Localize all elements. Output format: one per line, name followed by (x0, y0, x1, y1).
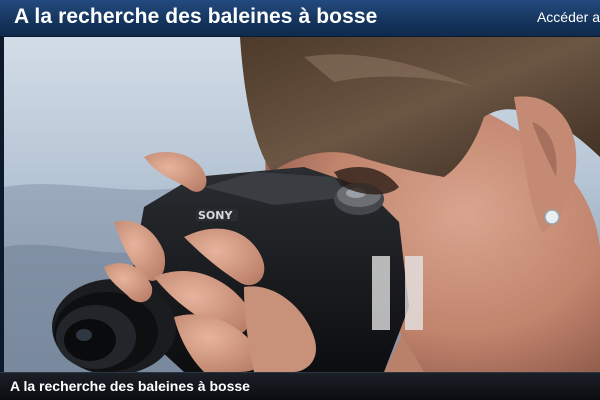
svg-text:SONY: SONY (198, 209, 233, 222)
page-title: A la recherche des baleines à bosse (14, 5, 378, 28)
video-frame[interactable]: SONY (4, 37, 600, 372)
caption-bar: A la recherche des baleines à bosse (0, 372, 600, 400)
pause-button[interactable] (372, 256, 428, 330)
title-bar: A la recherche des baleines à bosse Accé… (0, 0, 600, 37)
access-link[interactable]: Accéder a (537, 9, 600, 25)
pause-icon (372, 256, 390, 330)
pause-icon-bar (405, 256, 423, 330)
video-player: A la recherche des baleines à bosse Accé… (0, 0, 600, 400)
video-caption: A la recherche des baleines à bosse (10, 378, 250, 394)
video-still: SONY (4, 37, 600, 372)
